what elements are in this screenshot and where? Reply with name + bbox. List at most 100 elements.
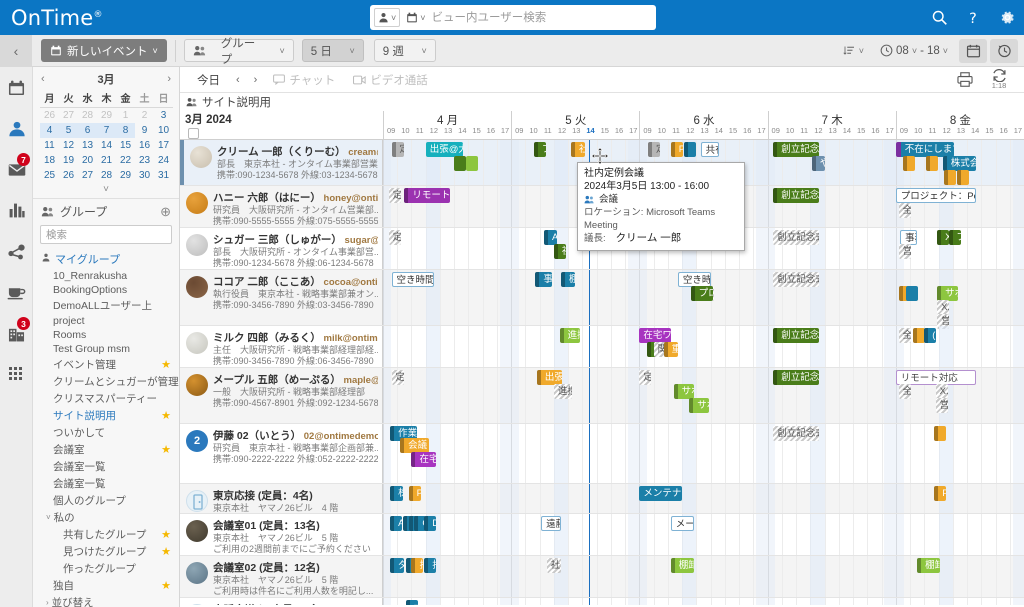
calendar-event[interactable] [902,156,915,171]
group-item-5[interactable]: Test Group msm [33,342,179,356]
rail-item-building[interactable]: 3 [0,313,33,354]
user-cell[interactable]: ココア 二郎（ここあ） cocoa@ontimed...執行役員 東京本社 - … [180,270,383,325]
calendar-event[interactable]: (... [924,328,937,343]
group-section-0[interactable]: マイグループ [33,249,179,269]
calendar-event[interactable]: X... [937,300,950,315]
group-selector[interactable]: グループ ˅ [183,38,294,66]
group-item-16[interactable]: 共有したグループ ★ [33,526,179,543]
calendar-event[interactable]: 定... [391,142,404,157]
collapse-sidebar-button[interactable]: ‹ [0,34,32,67]
group-item-11[interactable]: 会議室 ★ [33,441,179,458]
calendar-event[interactable]: 営. [898,244,911,259]
group-item-20[interactable]: › 並び替え [33,594,179,607]
calendar-event[interactable]: PJ... [934,486,947,501]
table-row[interactable]: メープル 五郎（めーぷる） maple@ont...一般 大阪研究所 - 戦略事… [180,368,1024,424]
group-item-14[interactable]: 個人のグループ [33,492,179,509]
calendar-event[interactable]: サポート... [689,398,710,413]
mini-cal-day[interactable]: 31 [154,168,173,183]
calendar-event[interactable] [465,156,478,171]
mini-cal-day[interactable]: 14 [97,138,116,153]
expand-toggle-icon[interactable]: ˅ [46,513,51,522]
global-search-icon[interactable] [922,0,956,35]
calendar-event[interactable]: 社 [553,244,566,259]
user-cell[interactable]: 東京応接 (定員：4名)東京本社 ヤマノ26ビル 4 階利用許可は秘書室に連絡(… [180,484,383,513]
calendar-event[interactable]: 空き時間扱い、終... [677,272,711,287]
group-item-13[interactable]: 会議室一覧 [33,475,179,492]
calendar-event[interactable]: PJ... [408,486,422,501]
help-icon[interactable]: ? [956,0,990,35]
calendar-event[interactable] [912,328,925,343]
day-column-header-4[interactable]: 8 金 09 10 11 12 13 14 15 16 17 [895,111,1024,140]
group-item-9[interactable]: サイト説明用 ★ [33,407,179,424]
rail-item-people[interactable] [0,108,33,149]
calendar-event[interactable]: 共有... [700,142,720,157]
print-button[interactable] [948,72,982,87]
rail-item-chart[interactable] [0,190,33,231]
table-row[interactable]: 東京応接 (定員：4名)東京本社 ヤマノ26ビル 4 階利用許可は秘書室に連絡(… [180,484,1024,514]
group-item-10[interactable]: ついかして [33,424,179,441]
user-cell[interactable]: 2伊藤 02（いとう） 02@ontimedemo.co...研究員 東京本社 … [180,424,383,483]
today-button[interactable]: 今日 [188,72,229,88]
calendar-filter-dropdown[interactable]: ˅ [403,8,429,27]
calendar-event[interactable]: 全 [898,384,911,399]
group-item-7[interactable]: クリームとシュガーが管理 [33,373,179,390]
calendar-event[interactable]: 会議 [400,438,429,453]
group-item-6[interactable]: イベント管理 ★ [33,356,179,373]
mini-cal-day[interactable]: 12 [59,138,78,153]
calendar-event[interactable]: 棚卸し [670,558,694,573]
group-item-1[interactable]: BookingOptions [33,283,179,297]
calendar-event[interactable]: 株... [390,486,403,501]
favorite-star-icon[interactable]: ★ [161,545,171,558]
mini-cal-day[interactable]: 27 [59,108,78,124]
mini-cal-day[interactable]: 23 [135,153,154,168]
user-cell[interactable]: メープル 五郎（めーぷる） maple@ont...一般 大阪研究所 - 戦略事… [180,368,383,423]
table-row[interactable]: 大阪会議１ (定員：8名)大阪研究所 研究棟 1 階現在、中庭の桜が満開です。 ≡ [180,598,1024,605]
mini-cal-day[interactable]: 29 [97,108,116,124]
day-column-header-1[interactable]: 5 火 09 10 11 12 13 14 15 16 17 [511,111,639,140]
group-item-19[interactable]: 独自 ★ [33,577,179,594]
calendar-event[interactable]: 全 [898,328,911,343]
schedule-cell[interactable]: ≡ [383,598,1024,605]
calendar-event[interactable]: 創立記念式典プ... [773,370,819,385]
mini-cal-day[interactable]: 4 [40,123,59,138]
calendar-event[interactable]: ダイ... [390,558,405,573]
group-item-2[interactable]: DemoALLユーザー上 [33,297,179,314]
mini-cal-day[interactable]: 9 [135,123,154,138]
schedule-cell[interactable]: 空き時間扱い、終日の... 事務... 棚卸し 創立記念式典プロ... 空き時間扱い、終… [383,270,1024,329]
mini-cal-day[interactable]: 28 [78,108,97,124]
calendar-event[interactable]: 営. [935,398,948,413]
calendar-event[interactable]: 進捗確認... [553,384,573,399]
calendar-event[interactable]: 創立記念式典プ... [773,328,819,343]
week-range-selector[interactable]: 9 週 ˅ [373,39,436,62]
calendar-event[interactable]: 空き時間扱い、終日の... [391,272,435,287]
calendar-event[interactable]: 遠藤 04 [541,516,562,531]
rail-item-calendar[interactable] [0,67,33,108]
calendar-event[interactable]: ブ [948,230,961,245]
mini-cal-day[interactable]: 25 [40,168,59,183]
mini-cal-day[interactable]: 5 [59,123,78,138]
group-item-4[interactable]: Rooms [33,328,179,342]
calendar-event[interactable]: 打... [411,558,424,573]
mini-cal-day[interactable]: 29 [116,168,135,183]
rail-item-share[interactable] [0,231,33,272]
sort-control[interactable]: ˅ [835,45,872,57]
person-filter-dropdown[interactable]: ˅ [374,8,401,27]
timeline-view-button[interactable] [990,38,1018,63]
group-item-0[interactable]: 10_Renrakusha [33,269,179,283]
mini-cal-day[interactable]: 22 [116,153,135,168]
mini-cal-prev-button[interactable]: ‹ [41,73,45,85]
calendar-event[interactable]: プ. [533,142,546,157]
calendar-event[interactable] [925,156,938,171]
mini-cal-day[interactable]: 18 [40,153,59,168]
day-column-header-3[interactable]: 7 木 09 10 11 12 13 14 15 16 17 [767,111,896,140]
table-row[interactable]: 会議室01 (定員：13名) 東京本社 ヤマノ26ビル 5 階ご利用の2週間前まで… [180,514,1024,556]
hour-range-control[interactable]: 08 ˅ - 18 ˅ [872,44,956,57]
calendar-event[interactable]: 不在にします [895,142,955,157]
mini-cal-day[interactable]: 26 [59,168,78,183]
schedule-cell[interactable]: 定... 出張会議進捗確認... 定... サポート対...サポート... 創立記念式典… [383,368,1024,423]
calendar-event[interactable]: 株式会社... [942,156,976,171]
calendar-event[interactable]: A [390,516,403,531]
calendar-event[interactable]: 棚卸し [561,272,576,287]
calendar-event[interactable]: 打. [424,558,437,573]
calendar-event[interactable]: 進捗確認... [559,328,580,343]
